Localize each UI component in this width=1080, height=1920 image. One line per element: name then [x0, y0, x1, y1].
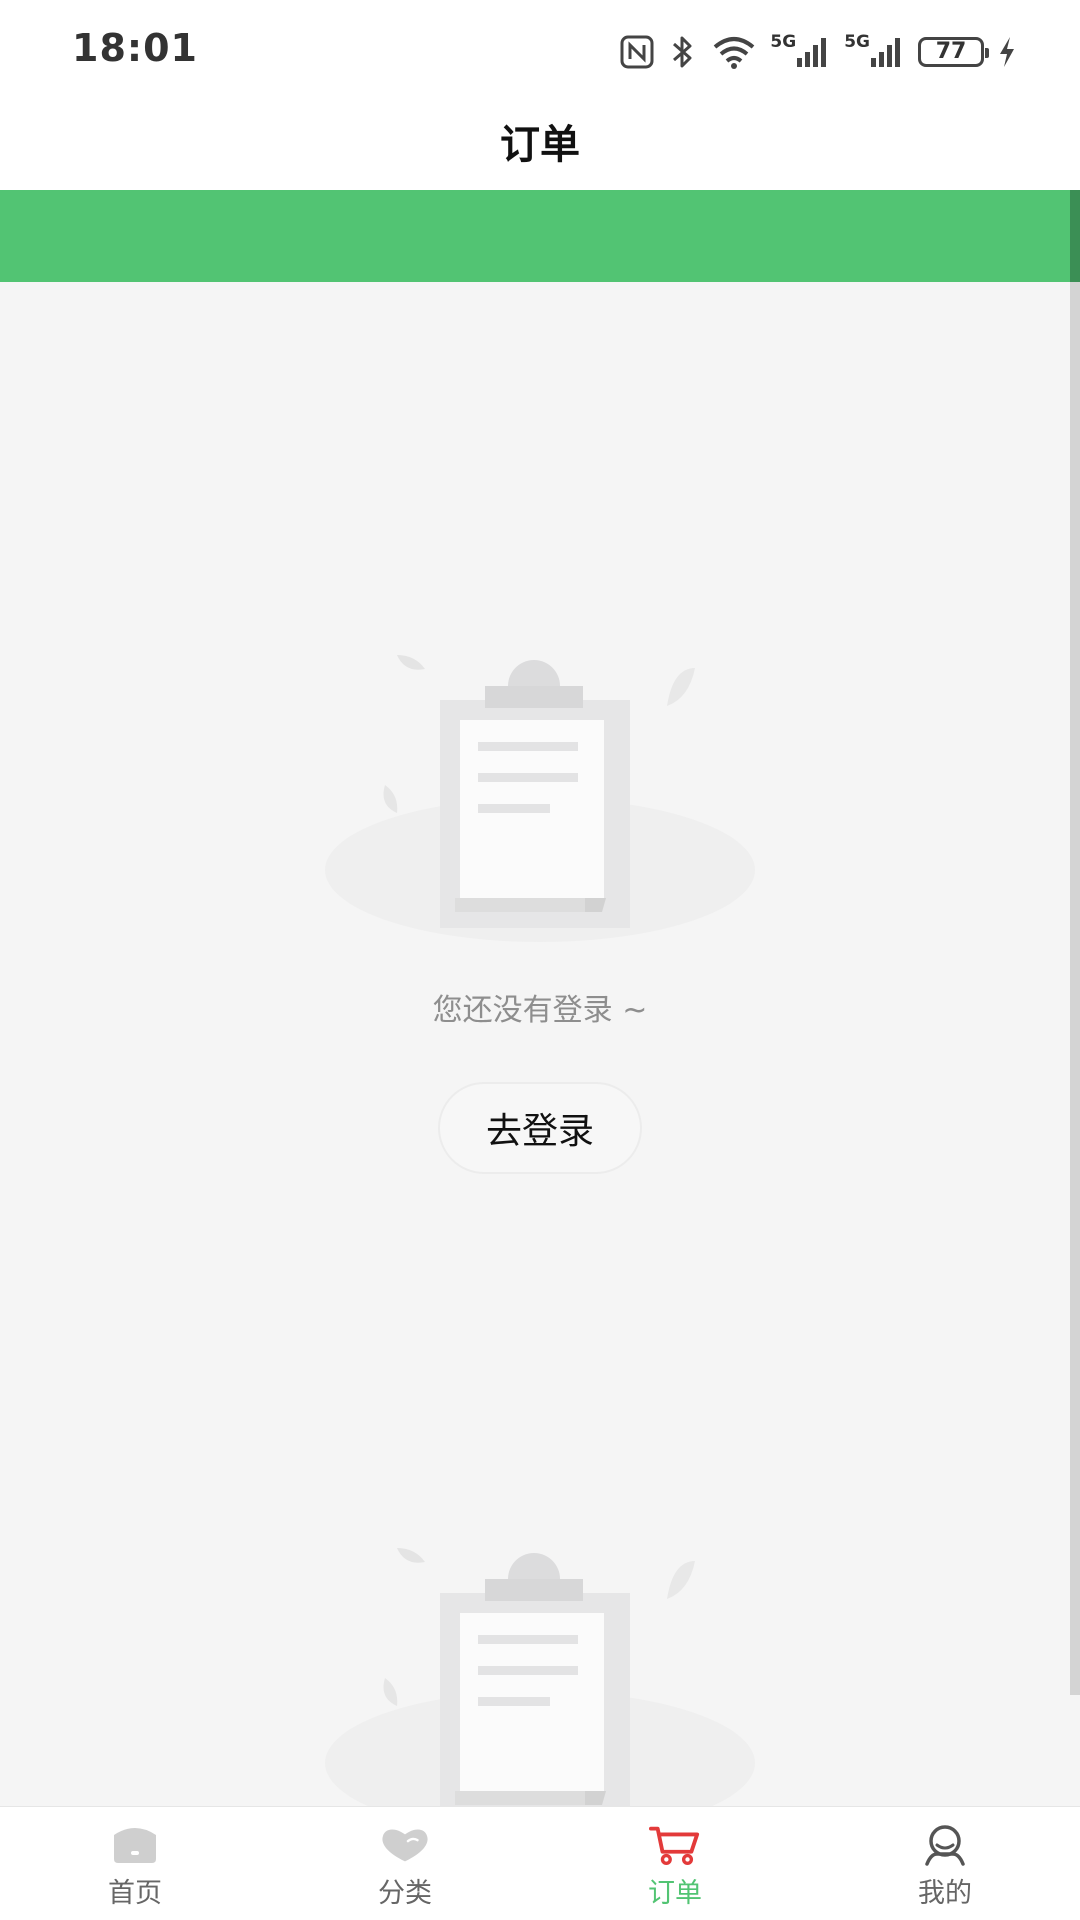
page-title: 订单 — [500, 122, 580, 168]
battery-level: 77 — [935, 39, 967, 64]
heart-icon — [379, 1823, 431, 1867]
signal-icon: 5G — [770, 32, 830, 68]
login-button[interactable]: 去登录 — [438, 1082, 642, 1174]
tab-label: 分类 — [378, 1878, 432, 1909]
home-icon — [109, 1823, 161, 1867]
green-banner — [0, 190, 1080, 282]
cart-icon — [649, 1823, 701, 1867]
network-type-label: 5G — [770, 32, 797, 52]
bottom-tab-bar: 首页 分类 订单 我的 — [0, 1806, 1080, 1920]
tab-orders[interactable]: 订单 — [540, 1807, 810, 1920]
nav-header: 订单 — [0, 104, 1080, 190]
signal-icon-2: 5G — [844, 32, 904, 68]
status-time: 18:01 — [72, 26, 198, 70]
nfc-icon — [620, 35, 654, 69]
tab-label: 订单 — [648, 1878, 702, 1909]
battery-icon: 77 — [918, 37, 989, 67]
network-type-label-2: 5G — [844, 32, 870, 52]
charging-icon — [998, 36, 1016, 68]
wifi-icon — [712, 35, 756, 69]
screen: 18:01 5G 5G 77 订单 您还没有登录 ~ 去登录 首页 分类 订单 … — [0, 0, 1080, 1920]
profile-icon — [919, 1823, 971, 1867]
status-bar: 18:01 5G 5G 77 — [0, 0, 1080, 104]
tab-category[interactable]: 分类 — [270, 1807, 540, 1920]
empty-clipboard-illustration — [325, 1548, 755, 1835]
empty-clipboard-illustration — [325, 655, 755, 942]
tab-label: 我的 — [918, 1878, 972, 1909]
tab-home[interactable]: 首页 — [0, 1807, 270, 1920]
status-icons: 5G 5G 77 — [620, 32, 1016, 72]
tab-profile[interactable]: 我的 — [810, 1807, 1080, 1920]
scrollbar-thumb[interactable] — [1070, 190, 1080, 282]
bluetooth-icon — [668, 34, 698, 70]
tab-label: 首页 — [108, 1878, 162, 1909]
empty-message: 您还没有登录 ~ — [432, 993, 648, 1028]
scrollbar-track[interactable] — [1070, 190, 1080, 1695]
